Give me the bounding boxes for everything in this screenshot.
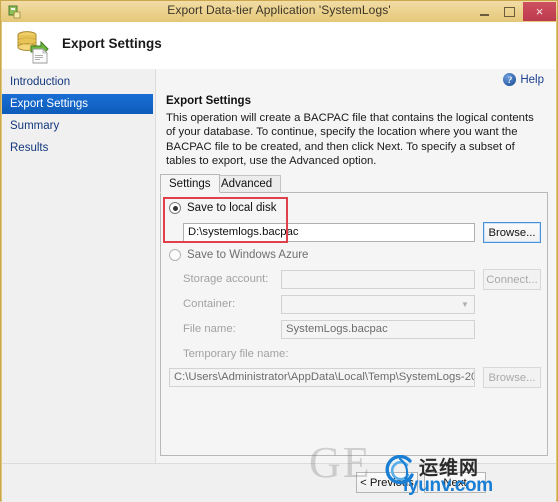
sidebar-item-export-settings[interactable]: Export Settings	[2, 94, 153, 114]
next-button[interactable]: Next	[424, 472, 486, 493]
storage-account-label: Storage account:	[183, 273, 269, 285]
maximize-button[interactable]	[497, 2, 522, 21]
minimize-button[interactable]	[472, 2, 497, 21]
radio-local-disk-icon[interactable]	[169, 202, 181, 214]
maximize-icon	[497, 2, 522, 21]
previous-button[interactable]: < Previous	[356, 472, 418, 493]
help-label: Help	[520, 73, 544, 86]
tab-advanced[interactable]: Advanced	[212, 175, 282, 193]
file-name-input[interactable]: SystemLogs.bacpac	[281, 320, 475, 339]
storage-account-input[interactable]	[281, 270, 475, 289]
tab-settings[interactable]: Settings	[160, 174, 220, 193]
section-description: This operation will create a BACPAC file…	[166, 112, 534, 167]
title-bar: Export Data-tier Application 'SystemLogs…	[1, 1, 557, 22]
header-banner: Export Settings	[2, 22, 556, 70]
file-name-label: File name:	[183, 323, 236, 335]
temp-file-name-label: Temporary file name:	[183, 348, 289, 360]
browse-local-disk-button[interactable]: Browse...	[483, 222, 541, 243]
minimize-icon	[472, 2, 497, 21]
chevron-down-icon: ▼	[461, 300, 469, 309]
close-icon: ×	[535, 4, 544, 19]
connect-button[interactable]: Connect...	[483, 269, 541, 290]
save-to-local-disk-radio-row[interactable]: Save to local disk	[169, 202, 277, 214]
sidebar-item-introduction[interactable]: Introduction	[2, 72, 153, 92]
temp-file-name-input[interactable]: C:\Users\Administrator\AppData\Local\Tem…	[169, 368, 475, 387]
sidebar-item-results[interactable]: Results	[2, 138, 153, 158]
footer-bar: < Previous Next	[2, 463, 556, 502]
content-pane: ? Help Export Settings This operation wi…	[156, 69, 556, 463]
save-to-azure-radio-row[interactable]: Save to Windows Azure	[169, 249, 308, 261]
browse-temp-file-button[interactable]: Browse...	[483, 367, 541, 388]
save-to-azure-label: Save to Windows Azure	[187, 249, 309, 261]
page-title: Export Settings	[62, 36, 162, 51]
close-button[interactable]: ×	[523, 2, 556, 21]
save-to-local-disk-label: Save to local disk	[187, 202, 277, 214]
container-dropdown[interactable]: ▼	[281, 295, 475, 314]
body-area: Introduction Export Settings Summary Res…	[2, 69, 556, 463]
sidebar-item-summary[interactable]: Summary	[2, 116, 153, 136]
radio-azure-icon[interactable]	[169, 249, 181, 261]
help-icon: ?	[503, 73, 517, 86]
section-title: Export Settings	[166, 95, 251, 107]
wizard-step-sidebar: Introduction Export Settings Summary Res…	[2, 69, 156, 463]
container-label: Container:	[183, 298, 236, 310]
settings-tab-panel: Save to local disk D:\systemlogs.bacpac …	[160, 192, 548, 456]
local-disk-path-input[interactable]: D:\systemlogs.bacpac	[183, 223, 475, 242]
export-dta-wizard-window: Export Data-tier Application 'SystemLogs…	[0, 0, 558, 502]
database-export-banner-icon	[14, 27, 54, 65]
help-link[interactable]: ? Help	[503, 73, 544, 86]
